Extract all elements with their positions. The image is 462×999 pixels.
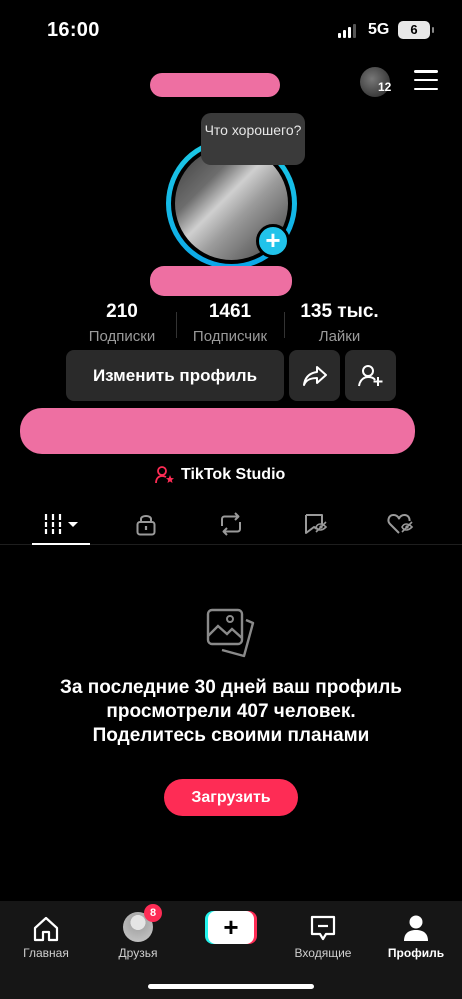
upload-button[interactable]: Загрузить	[164, 779, 298, 816]
status-bubble[interactable]: Что хорошего?	[201, 113, 305, 165]
liked-icon	[387, 514, 414, 534]
add-friend-button[interactable]	[345, 350, 396, 401]
repost-icon	[221, 512, 241, 536]
share-icon	[302, 365, 327, 386]
network-type: 5G	[368, 21, 390, 38]
battery-icon: 6	[398, 21, 434, 39]
add-user-icon	[357, 364, 382, 386]
account-switch-badge: 12	[378, 80, 392, 94]
stat-following[interactable]: 210 Подписки	[82, 301, 162, 345]
grid-icon	[43, 514, 78, 534]
username-redaction	[150, 73, 280, 97]
status-bar: 16:00 5G 6	[0, 0, 462, 60]
plus-icon: +	[208, 911, 254, 944]
edit-profile-button[interactable]: Изменить профиль	[66, 350, 284, 401]
stat-divider	[284, 312, 285, 338]
menu-icon[interactable]	[414, 70, 438, 90]
nav-profile[interactable]: Профиль	[384, 901, 448, 960]
tab-saved[interactable]	[290, 505, 342, 543]
stat-divider	[176, 312, 177, 338]
content-tabs	[0, 505, 462, 545]
share-profile-button[interactable]	[289, 350, 340, 401]
bio-redaction	[20, 408, 415, 454]
tab-private[interactable]	[120, 505, 172, 543]
studio-label: TikTok Studio	[181, 466, 286, 483]
nav-inbox[interactable]: Входящие	[288, 901, 358, 960]
inbox-icon	[310, 915, 336, 941]
tab-reposts[interactable]	[205, 505, 257, 543]
profile-icon	[404, 915, 428, 941]
create-button[interactable]: +	[205, 911, 257, 944]
friends-notification-badge: 8	[144, 904, 162, 922]
studio-icon	[155, 466, 174, 484]
stat-likes[interactable]: 135 тыс. Лайки	[292, 301, 387, 345]
active-tab-indicator	[32, 543, 90, 545]
profile-stats: 210 Подписки 1461 Подписчик 135 тыс. Лай…	[0, 301, 462, 351]
stat-followers[interactable]: 1461 Подписчик	[185, 301, 275, 345]
signal-icon	[338, 24, 356, 38]
tab-videos[interactable]	[32, 505, 90, 543]
add-story-icon[interactable]: +	[256, 224, 290, 258]
gallery-icon	[205, 607, 257, 664]
status-time: 16:00	[47, 19, 100, 41]
lock-icon	[136, 515, 156, 536]
home-indicator[interactable]	[148, 984, 314, 989]
profile-views-message: За последние 30 дней ваш профиль просмот…	[60, 677, 402, 746]
saved-icon	[305, 514, 328, 534]
home-icon	[33, 916, 59, 942]
handle-redaction	[150, 266, 292, 296]
tiktok-studio-link[interactable]: TikTok Studio	[155, 466, 285, 484]
tab-liked[interactable]	[375, 505, 427, 543]
nav-home[interactable]: Главная	[16, 901, 76, 960]
